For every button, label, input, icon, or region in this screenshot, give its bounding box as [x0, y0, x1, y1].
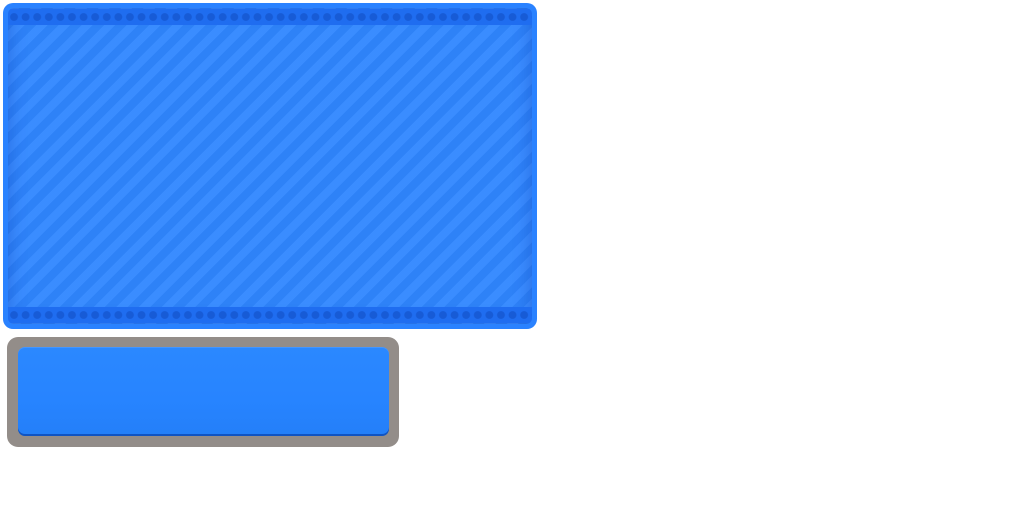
striped-blue-panel [3, 3, 537, 329]
bottom-rivet-row-icon [8, 307, 532, 323]
blue-button-face[interactable] [18, 347, 389, 436]
game-ui-canvas [0, 0, 1024, 512]
panel-body [8, 8, 532, 324]
blue-button[interactable] [7, 337, 399, 447]
top-rivet-row-icon [8, 9, 532, 25]
